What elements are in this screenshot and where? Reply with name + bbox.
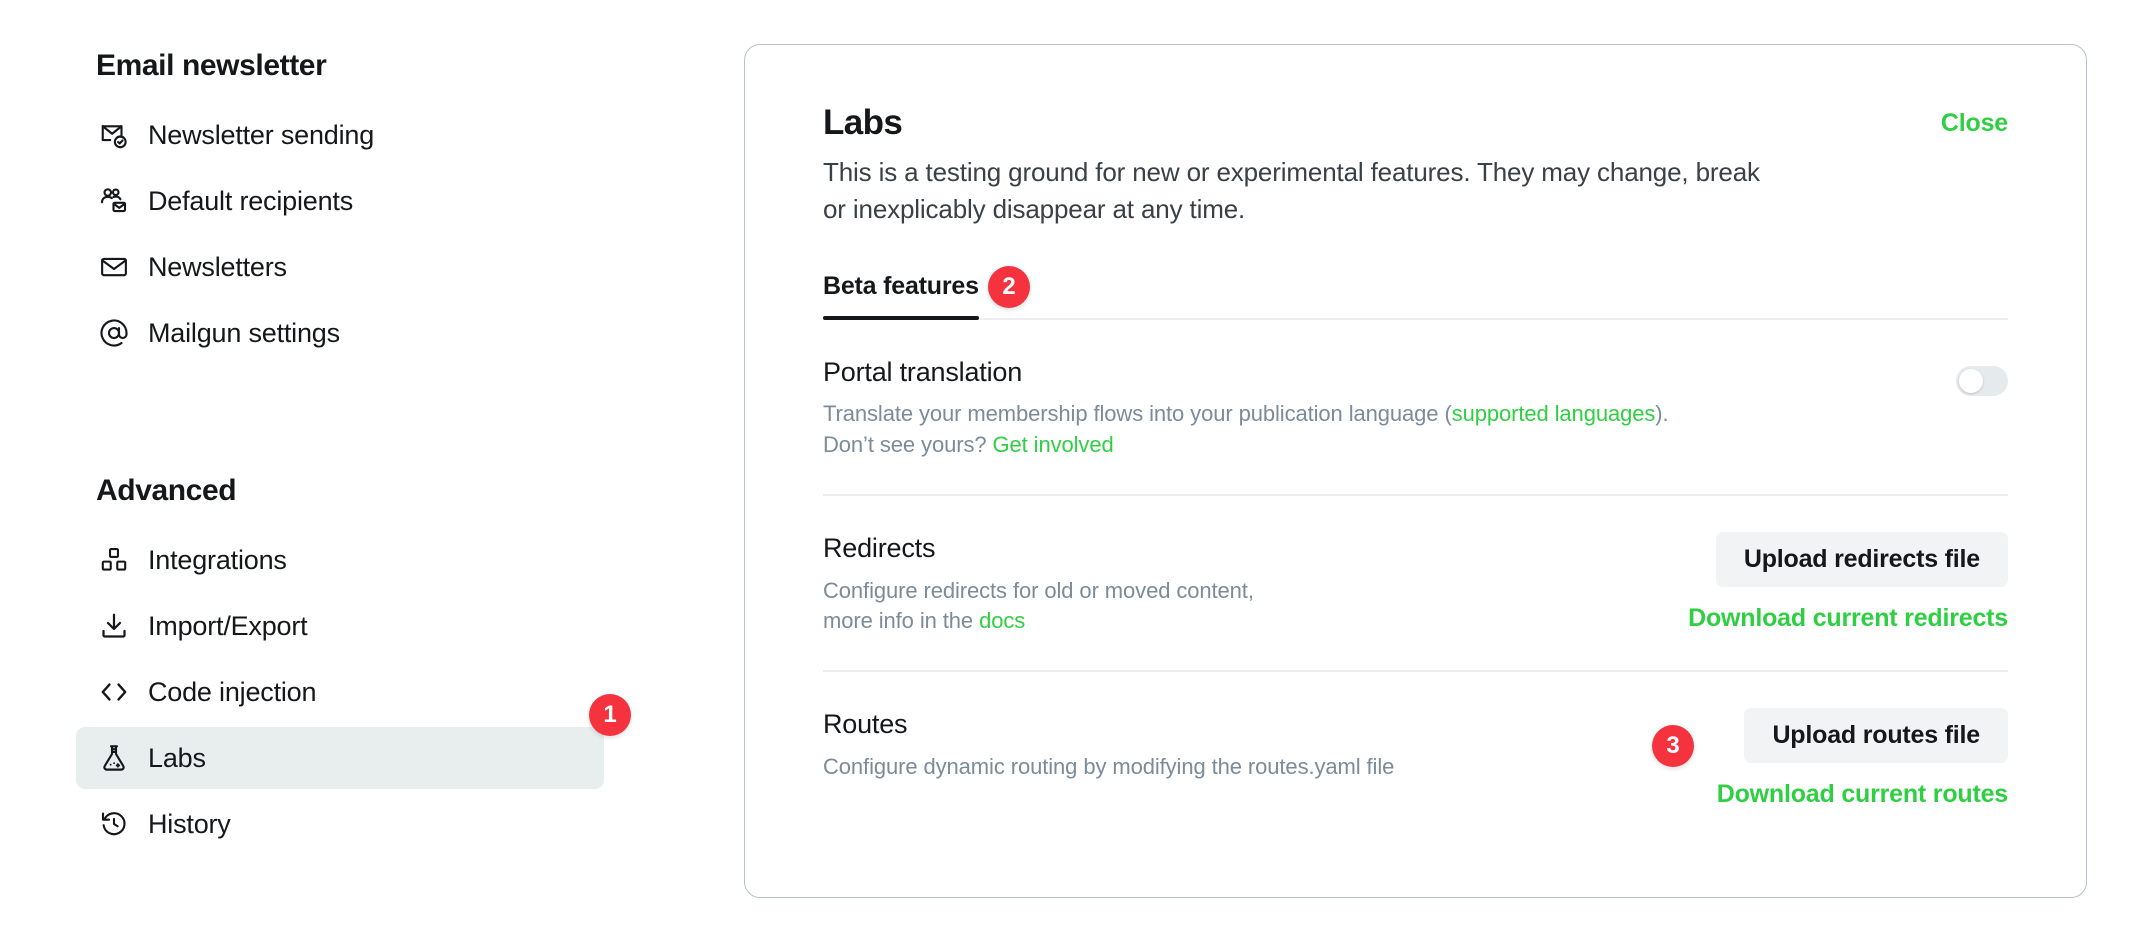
sidebar-item-newsletter-sending[interactable]: Newsletter sending (76, 104, 604, 166)
sidebar-item-mailgun-settings[interactable]: Mailgun settings (76, 302, 604, 364)
get-involved-link[interactable]: Get involved (993, 432, 1114, 457)
feature-desc-text-2: ). (1655, 401, 1669, 427)
sidebar-item-label: Newsletters (148, 251, 287, 282)
sidebar-group-advanced: Advanced Integrations Import/Export Code… (0, 473, 700, 859)
sidebar-item-integrations[interactable]: Integrations (76, 529, 604, 591)
sidebar-item-label: Mailgun settings (148, 317, 340, 348)
feature-title: Portal translation (823, 357, 1023, 388)
feature-row-portal-translation: Portal translation Translate your member… (823, 320, 2008, 497)
docs-link[interactable]: docs (979, 608, 1025, 633)
feature-desc-text: Translate your membership flows into you… (823, 401, 1452, 427)
sidebar-item-newsletters[interactable]: Newsletters (76, 236, 604, 298)
sidebar-item-labs[interactable]: Labs (76, 727, 604, 789)
feature-title: Redirects (823, 533, 936, 564)
code-brackets-icon (98, 676, 130, 708)
feature-row-routes: Routes Configure dynamic routing by modi… (823, 672, 2008, 843)
sidebar-group-title-email-newsletter: Email newsletter (96, 49, 327, 82)
download-current-redirects-link[interactable]: Download current redirects (1688, 604, 2008, 633)
envelope-icon (98, 251, 130, 283)
settings-sidebar: Email newsletter Newsletter sending Defa… (0, 0, 700, 948)
feature-desc-text-3: Don’t see yours? (823, 431, 993, 457)
close-button[interactable]: Close (1941, 103, 2008, 143)
portal-translation-toggle[interactable] (1956, 366, 2008, 397)
feature-desc-text: Configure dynamic routing by modifying t… (823, 753, 1395, 779)
feature-description: Translate your membership flows into you… (823, 399, 1669, 460)
at-sign-icon (98, 317, 130, 349)
mail-check-icon (98, 119, 130, 151)
app-root: Email newsletter Newsletter sending Defa… (0, 0, 2152, 948)
sidebar-item-default-recipients[interactable]: Default recipients (76, 170, 604, 232)
tab-label: Beta features (823, 272, 979, 301)
supported-languages-link[interactable]: supported languages (1452, 401, 1656, 426)
labs-panel-header: Labs Close (823, 103, 2008, 143)
annotation-badge-2: 2 (988, 266, 1030, 308)
sidebar-item-label: Newsletter sending (148, 119, 375, 150)
history-clock-icon (98, 808, 130, 840)
sidebar-item-label: Import/Export (148, 610, 308, 641)
page-title: Labs (823, 103, 903, 142)
feature-description: Configure redirects for old or moved con… (823, 576, 1254, 637)
labs-panel-description: This is a testing ground for new or expe… (823, 157, 1760, 225)
sidebar-item-label: Labs (148, 742, 206, 773)
annotation-badge-1: 1 (589, 694, 631, 736)
tab-beta-features[interactable]: Beta features (823, 272, 979, 321)
sidebar-item-import-export[interactable]: Import/Export (76, 595, 604, 657)
toggle-knob (1959, 369, 1983, 394)
feature-title: Routes (823, 709, 908, 740)
blocks-icon (98, 544, 130, 576)
annotation-badge-3: 3 (1652, 725, 1694, 767)
feature-desc-text-2: more info in the (823, 607, 980, 633)
feature-desc-text: Configure redirects for old or moved con… (823, 577, 1254, 603)
download-icon (98, 610, 130, 642)
sidebar-group-email-newsletter: Email newsletter Newsletter sending Defa… (0, 48, 700, 368)
download-current-routes-link[interactable]: Download current routes (1717, 780, 2008, 809)
feature-row-redirects: Redirects Configure redirects for old or… (823, 496, 2008, 673)
sidebar-item-label: History (148, 808, 231, 839)
sidebar-item-label: Default recipients (148, 185, 354, 216)
upload-redirects-file-button[interactable]: Upload redirects file (1715, 532, 2008, 588)
sidebar-item-label: Integrations (148, 544, 287, 575)
sidebar-group-title-advanced: Advanced (96, 474, 237, 507)
sidebar-item-history[interactable]: History (76, 793, 604, 855)
users-mail-icon (98, 185, 130, 217)
sidebar-item-code-injection[interactable]: Code injection (76, 661, 604, 723)
sidebar-item-label: Code injection (148, 676, 317, 707)
upload-routes-file-button[interactable]: Upload routes file (1744, 708, 2008, 764)
labs-panel: Labs Close This is a testing ground for … (744, 44, 2087, 898)
flask-icon (98, 742, 130, 774)
feature-description: Configure dynamic routing by modifying t… (823, 752, 1394, 782)
